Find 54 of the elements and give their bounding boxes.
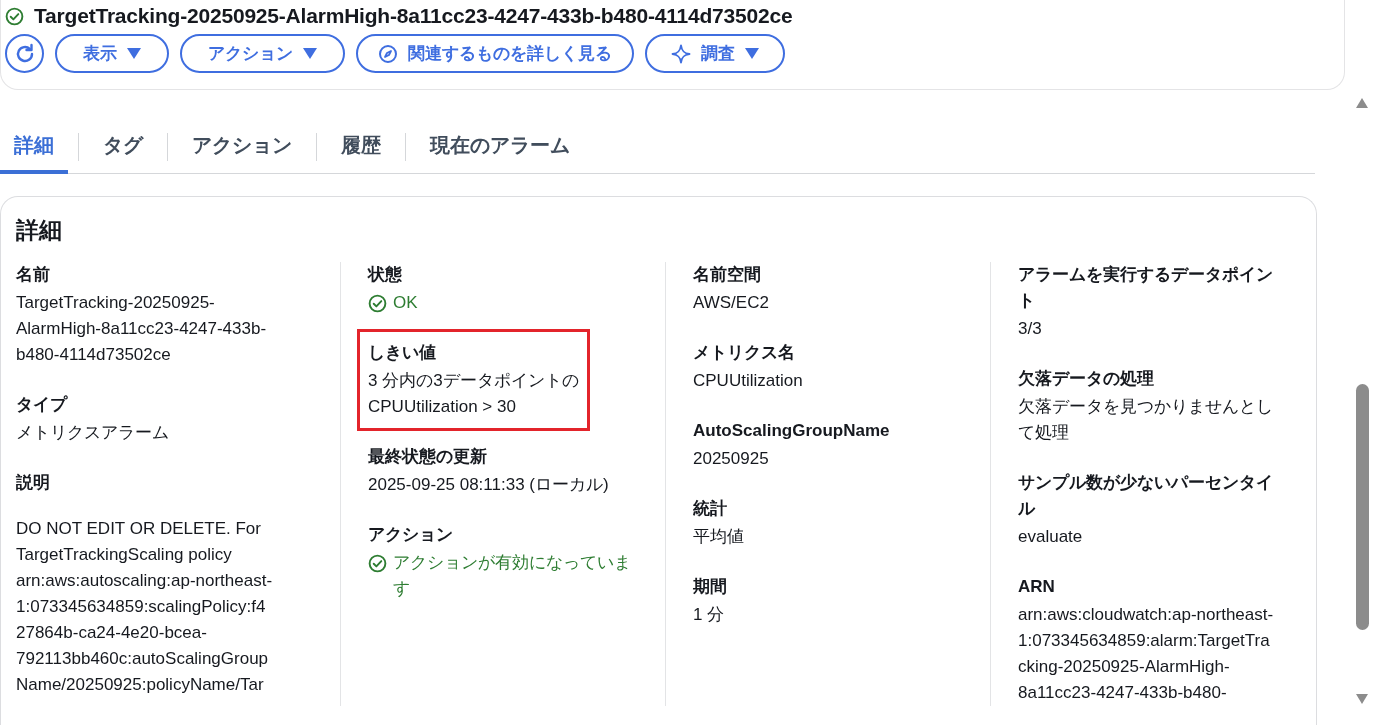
field-value: 3/3	[1018, 318, 1043, 340]
tab[interactable]: アクション	[178, 121, 306, 174]
field-value: 1 分	[693, 604, 726, 626]
field-label: 統計	[693, 498, 728, 520]
status-text: OK	[393, 292, 418, 314]
field-value: 2025-09-25 08:11:33 (ローカル)	[368, 474, 609, 496]
field-label: 欠落データの処理	[1018, 368, 1155, 390]
tab[interactable]: タグ	[89, 121, 157, 174]
field-label: しきい値	[368, 342, 437, 364]
field-value: DO NOT EDIT OR DELETE. For TargetTrackingScaling policy arn:aws:autoscaling:ap-northeast- 1:073345634859:scalingPolicy:f4 27864b-ca24-4e20-bcea- 792113bb460c:autoScalingGroup Name/20250925:policyName/Tar	[16, 518, 273, 696]
sparkle-icon	[671, 43, 691, 64]
field-label: ARN	[1018, 576, 1056, 598]
field-value: 20250925	[693, 448, 770, 470]
field-value: evaluate	[1018, 526, 1084, 548]
field-label: 期間	[693, 576, 727, 598]
section-heading: 詳細	[16, 216, 62, 245]
status-check-icon	[5, 6, 24, 26]
caret-icon	[303, 48, 317, 59]
compass-icon	[378, 43, 398, 64]
field-label: 説明	[16, 472, 51, 494]
field-value: 3 分内の3データポイントの CPUUtilization > 30	[368, 370, 579, 418]
field-value: CPUUtilization	[693, 370, 803, 392]
field-value: AWS/EC2	[693, 292, 769, 314]
field-label: 状態	[368, 264, 403, 286]
field-value: TargetTracking-20250925- AlarmHigh-8a11cc23-4247-433b- b480-4114d73502ce	[16, 292, 267, 366]
investigate-button[interactable]: 調査	[645, 34, 785, 73]
status-text: アクションが有効になっていま す	[393, 552, 631, 600]
scroll-thumb[interactable]	[1355, 384, 1369, 630]
dropdown-button[interactable]: 表示	[55, 34, 169, 73]
check-circle-icon	[368, 554, 387, 573]
check-circle-icon	[368, 294, 387, 313]
field-label: 最終状態の更新	[368, 446, 488, 468]
scroll-up-icon[interactable]	[1356, 98, 1368, 108]
field-label: メトリクス名	[693, 342, 796, 364]
field-value: arn:aws:cloudwatch:ap-northeast- 1:073345634859:alarm:TargetTra cking-20250925-AlarmHigh- 8a11cc23-4247-433b-b480-	[1018, 604, 1274, 704]
field-value: 欠落データを見つかりませんとし て処理	[1018, 396, 1273, 444]
scroll-down-icon[interactable]	[1356, 694, 1368, 704]
dropdown-button[interactable]: アクション	[180, 34, 345, 73]
caret-icon	[745, 48, 759, 59]
tab[interactable]: 履歴	[327, 121, 395, 174]
caret-icon	[127, 48, 141, 59]
explore-button[interactable]: 関連するものを詳しく見る	[356, 34, 634, 73]
field-label: アクション	[368, 524, 454, 546]
alarm-title: TargetTracking-20250925-AlarmHigh-8a11cc23-4247-433b-b480-4114d73502ce	[34, 4, 793, 28]
field-value: メトリクスアラーム	[16, 422, 169, 444]
field-label: 名前	[16, 264, 51, 286]
field-label: タイプ	[16, 394, 69, 416]
tab[interactable]: 詳細	[0, 121, 68, 174]
refresh-button[interactable]	[5, 34, 44, 73]
field-value: 平均値	[693, 526, 744, 548]
field-label: 名前空間	[693, 264, 762, 286]
field-label: AutoScalingGroupName	[693, 420, 890, 442]
tab[interactable]: 現在のアラーム	[416, 121, 584, 174]
field-label: アラームを実行するデータポイン ト	[1018, 264, 1273, 312]
